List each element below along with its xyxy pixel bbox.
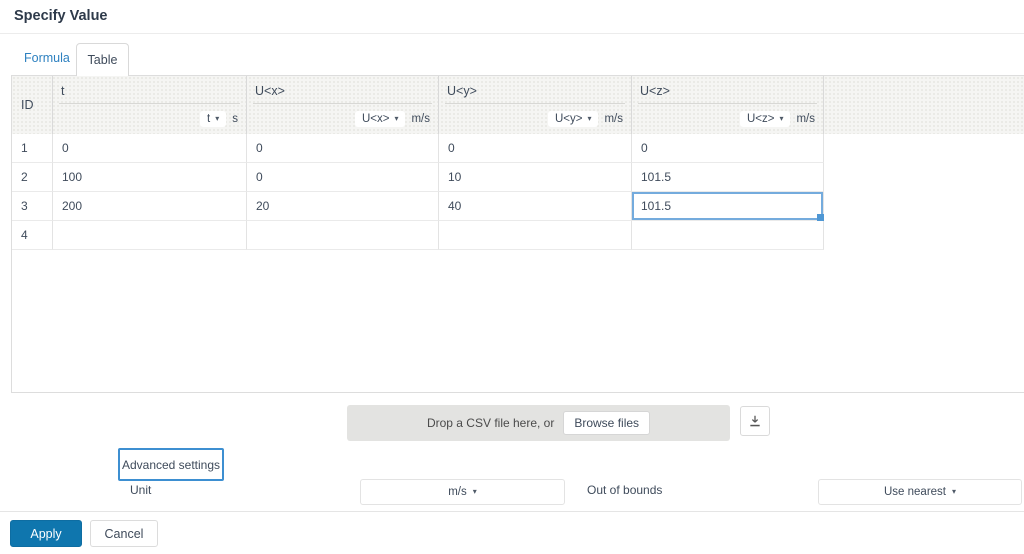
- csv-dropzone[interactable]: Drop a CSV file here, or Browse files: [347, 405, 730, 441]
- row-id: 3: [12, 192, 53, 221]
- out-of-bounds-value: Use nearest: [883, 486, 946, 498]
- column-name: U<y>: [447, 84, 477, 98]
- table-row: 2 100 0 10 101.5: [12, 163, 1024, 192]
- specify-value-dialog: Specify Value Formula Table ID t t ▾ s U<x> U<…: [0, 0, 1024, 554]
- footer-divider: [0, 511, 1024, 512]
- download-icon: [748, 414, 762, 428]
- table-body: 1 0 0 0 0 2 100 0 10 101.5 3 200 20 40 101.5 4: [12, 134, 1024, 250]
- table-cell[interactable]: 101.5: [632, 163, 824, 192]
- column-unit-text: m/s: [411, 113, 430, 125]
- table-cell[interactable]: 0: [439, 134, 632, 163]
- column-name: t: [61, 84, 65, 98]
- unit-label: Unit: [130, 483, 152, 497]
- table-row: 4: [12, 221, 1024, 250]
- chevron-down-icon: ▾: [215, 114, 220, 123]
- title-divider: [0, 33, 1024, 34]
- table-cell[interactable]: 10: [439, 163, 632, 192]
- column-unit-text: m/s: [604, 113, 623, 125]
- table-cell[interactable]: 0: [632, 134, 824, 163]
- table-cell[interactable]: 100: [53, 163, 247, 192]
- column-header-1: t t ▾ s: [53, 76, 247, 134]
- column-variable-select[interactable]: U<y> ▾: [547, 111, 599, 127]
- column-header-2: U<x> U<x> ▾ m/s: [247, 76, 439, 134]
- table-cell[interactable]: [439, 221, 632, 250]
- column-variable-value: U<z>: [746, 113, 775, 125]
- dropzone-text: Drop a CSV file here, or: [426, 416, 555, 430]
- chevron-down-icon: ▾: [587, 114, 592, 123]
- column-name: U<z>: [640, 84, 670, 98]
- column-header-3: U<y> U<y> ▾ m/s: [439, 76, 632, 134]
- column-unit-text: s: [232, 113, 238, 125]
- unit-select-value: m/s: [448, 486, 467, 498]
- column-unit-text: m/s: [796, 113, 815, 125]
- column-header-4: U<z> U<z> ▾ m/s: [632, 76, 824, 134]
- table-cell-selected[interactable]: 101.5: [632, 192, 824, 221]
- table-panel: ID t t ▾ s U<x> U<x> ▾ m/s U<y> U<y> ▾ m/s U<z> U<z> ▾ m…: [11, 75, 1024, 393]
- table-row: 10000: [12, 134, 1024, 163]
- advanced-settings-button[interactable]: Advanced settings: [118, 448, 224, 481]
- unit-select[interactable]: m/s ▾: [360, 479, 565, 505]
- row-id: 1: [12, 134, 53, 163]
- column-variable-select[interactable]: U<z> ▾: [739, 111, 791, 127]
- table-cell[interactable]: [53, 221, 247, 250]
- table-header: ID t t ▾ s U<x> U<x> ▾ m/s U<y> U<y> ▾ m/s U<z> U<z> ▾ m…: [12, 76, 1024, 134]
- chevron-down-icon: ▾: [472, 487, 477, 496]
- tab-formula[interactable]: Formula: [24, 51, 70, 65]
- column-variable-value: t: [207, 113, 211, 125]
- page-title: Specify Value: [14, 8, 108, 24]
- column-unit-row: U<z> ▾ m/s: [632, 104, 823, 134]
- column-variable-value: U<x>: [361, 113, 390, 125]
- row-id: 4: [12, 221, 53, 250]
- apply-button[interactable]: Apply: [10, 520, 82, 547]
- out-of-bounds-label: Out of bounds: [587, 483, 663, 497]
- table-cell[interactable]: 200: [53, 192, 247, 221]
- id-column-header: ID: [12, 76, 53, 134]
- table-cell[interactable]: 40: [439, 192, 632, 221]
- download-button[interactable]: [740, 406, 770, 436]
- table-cell[interactable]: 0: [247, 134, 439, 163]
- chevron-down-icon: ▾: [394, 114, 399, 123]
- column-unit-row: U<y> ▾ m/s: [439, 104, 631, 134]
- column-unit-row: U<x> ▾ m/s: [247, 104, 438, 134]
- column-unit-row: t ▾ s: [53, 104, 246, 134]
- column-variable-select[interactable]: t ▾: [200, 111, 227, 127]
- header-filler: [824, 76, 1024, 134]
- table-cell[interactable]: 0: [53, 134, 247, 163]
- table-cell[interactable]: 20: [247, 192, 439, 221]
- out-of-bounds-select[interactable]: Use nearest ▾: [818, 479, 1022, 505]
- browse-files-button[interactable]: Browse files: [563, 411, 651, 435]
- table-cell[interactable]: 0: [247, 163, 439, 192]
- column-variable-value: U<y>: [554, 113, 583, 125]
- table-cell[interactable]: [632, 221, 824, 250]
- chevron-down-icon: ▾: [779, 114, 784, 123]
- tab-table[interactable]: Table: [76, 43, 129, 76]
- table-cell[interactable]: [247, 221, 439, 250]
- column-variable-select[interactable]: U<x> ▾: [354, 111, 406, 127]
- row-id: 2: [12, 163, 53, 192]
- cancel-button[interactable]: Cancel: [90, 520, 158, 547]
- column-name: U<x>: [255, 84, 285, 98]
- table-row: 3 200 20 40 101.5: [12, 192, 1024, 221]
- chevron-down-icon: ▾: [952, 487, 957, 496]
